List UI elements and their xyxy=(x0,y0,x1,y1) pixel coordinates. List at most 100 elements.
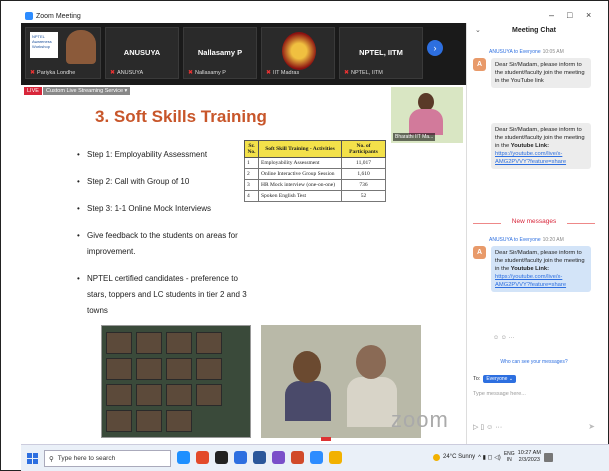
chat-toolbar-icons[interactable]: ▷ ▯ ☺ ··· xyxy=(473,423,502,431)
table-cell: 52 xyxy=(341,190,386,202)
chat-message[interactable]: Dear Sir/Madam, please inform to the stu… xyxy=(491,58,591,88)
table-row: 2 Online Interactive Group Session 1,610 xyxy=(244,168,386,180)
nptel-logo: NPTEL Awareness Workshop xyxy=(30,32,58,58)
video-participant xyxy=(196,358,222,380)
mic-muted-icon: ✖ xyxy=(344,70,350,76)
video-participant xyxy=(166,332,192,354)
table-cell: 1,610 xyxy=(341,168,386,180)
participant-tile[interactable]: ✖ IIT Madras xyxy=(261,27,335,79)
taskbar-app-icon[interactable] xyxy=(310,451,323,464)
screen-frame: Zoom Meeting – □ × NPTEL Awareness Worksho… xyxy=(0,0,609,471)
table-cell: 4 xyxy=(244,190,259,202)
system-tray: 24°C Sunny ^ ▮ ◻ ◁) ENG IN 10:27 AM 2/3/20… xyxy=(433,450,553,464)
participant-center-name: ANUSUYA xyxy=(123,48,161,57)
table-cell: Online Interactive Group Session xyxy=(258,168,342,180)
avatar: A xyxy=(473,246,486,259)
live-badge: LIVE xyxy=(24,87,42,95)
video-participant xyxy=(106,358,132,380)
zoom-logo-icon xyxy=(25,12,33,20)
recipient-dropdown[interactable]: Everyone ⌄ xyxy=(483,375,517,383)
participant-tile[interactable]: NPTEL Awareness Workshop ✖ Pariyka Londhe xyxy=(25,27,101,79)
streaming-service-dropdown[interactable]: Custom Live Streaming Service ▾ xyxy=(43,87,131,95)
slide-bullet-list: Step 1: Employability Assessment Step 2:… xyxy=(77,147,252,330)
participant-name: ✖ Pariyka Londhe xyxy=(30,70,76,76)
participant-tile[interactable]: Nallasamy P ✖ Nallasamy P xyxy=(183,27,257,79)
taskbar-app-icon[interactable] xyxy=(291,451,304,464)
chat-message-input[interactable]: Type message here... xyxy=(473,391,595,419)
minimize-button[interactable]: – xyxy=(549,10,554,20)
taskbar-search-box[interactable]: ⚲ Type here to search xyxy=(44,450,171,467)
participant-name: ✖ IIT Madras xyxy=(266,70,300,76)
video-participant xyxy=(136,332,162,354)
window-titlebar: Zoom Meeting – □ × xyxy=(21,9,601,23)
weather-text[interactable]: 24°C Sunny xyxy=(443,454,475,460)
window-app-title: Zoom Meeting xyxy=(25,12,81,20)
video-participant xyxy=(136,384,162,406)
participants-table: Sr. No. Soft Skill Training - Activities… xyxy=(244,140,386,202)
participant-strip: NPTEL Awareness Workshop ✖ Pariyka Londhe A… xyxy=(21,23,466,85)
taskbar-app-icon[interactable] xyxy=(234,451,247,464)
youtube-link[interactable]: https://youtube.com/live/x-AMG2PVVY?feat… xyxy=(495,151,566,165)
windows-taskbar: ⚲ Type here to search 24°C Sunny ^ ▮ ◻ ◁… xyxy=(21,444,609,471)
iit-madras-logo-icon xyxy=(282,32,316,70)
slide-bullet: Step 2: Call with Group of 10 xyxy=(77,174,252,190)
taskbar-app-icon[interactable] xyxy=(329,451,342,464)
video-participant xyxy=(106,384,132,406)
table-cell: Employability Assessment xyxy=(258,157,342,169)
notification-icon[interactable] xyxy=(543,452,553,462)
youtube-link[interactable]: https://youtube.com/live/x-AMG2PVVY?feat… xyxy=(495,274,566,288)
participant-name: ✖ NPTEL, IITM xyxy=(344,70,383,76)
table-header: No. of Participants xyxy=(341,140,386,158)
video-participant xyxy=(166,410,192,432)
video-participant xyxy=(106,332,132,354)
taskbar-app-icons xyxy=(177,451,342,464)
slide-nav-indicator xyxy=(321,437,331,441)
shared-screen: LIVE Custom Live Streaming Service ▾ 3. … xyxy=(21,85,466,444)
mic-muted-icon: ✖ xyxy=(110,70,116,76)
table-cell: 736 xyxy=(341,179,386,191)
new-messages-divider: New messages xyxy=(473,218,595,228)
video-participant xyxy=(166,384,192,406)
windows-start-icon[interactable] xyxy=(27,453,38,464)
table-cell: HR Mock interview (one-on-one) xyxy=(258,179,342,191)
mic-muted-icon: ✖ xyxy=(266,70,272,76)
send-icon[interactable]: ➤ xyxy=(588,422,595,431)
video-participant xyxy=(347,377,397,427)
maximize-button[interactable]: □ xyxy=(567,10,572,20)
participant-tile[interactable]: ANUSUYA ✖ ANUSUYA xyxy=(105,27,179,79)
chat-message[interactable]: Dear Sir/Madam, please inform to the stu… xyxy=(491,123,591,169)
close-button[interactable]: × xyxy=(586,10,591,20)
taskbar-app-icon[interactable] xyxy=(253,451,266,464)
participant-center-name: NPTEL, IITM xyxy=(359,48,403,57)
taskbar-app-icon[interactable] xyxy=(272,451,285,464)
slide-bullet: Step 3: 1-1 Online Mock Interviews xyxy=(77,201,252,217)
presenter-video[interactable]: Bharathi IIT Ma... xyxy=(391,87,463,143)
taskbar-app-icon[interactable] xyxy=(177,451,190,464)
participant-name: ✖ ANUSUYA xyxy=(110,70,144,76)
chat-message[interactable]: Dear Sir/Madam, please inform to the stu… xyxy=(491,246,591,292)
reaction-icons[interactable]: ☺ ☺ ··· xyxy=(493,335,515,341)
participant-name: ✖ Nallasamy P xyxy=(188,70,226,76)
table-cell: 11,017 xyxy=(341,157,386,169)
video-participant xyxy=(196,384,222,406)
table-cell: Spoken English Test xyxy=(258,190,342,202)
tray-icons[interactable]: ^ ▮ ◻ ◁) xyxy=(478,454,501,461)
video-participant xyxy=(166,358,192,380)
meeting-area: NPTEL Awareness Workshop ✖ Pariyka Londhe A… xyxy=(21,23,466,444)
language-indicator[interactable]: ENG IN xyxy=(504,451,515,463)
table-cell: 3 xyxy=(244,179,259,191)
table-cell: 2 xyxy=(244,168,259,180)
who-can-see-link[interactable]: Who can see your messages? xyxy=(467,359,601,365)
slide-bullet: NPTEL certified candidates - preference … xyxy=(77,271,252,319)
video-participant xyxy=(136,410,162,432)
participant-tile[interactable]: NPTEL, IITM ✖ NPTEL, IITM xyxy=(339,27,423,79)
mic-muted-icon: ✖ xyxy=(188,70,194,76)
taskbar-clock[interactable]: 10:27 AM 2/3/2023 xyxy=(518,450,541,464)
taskbar-app-icon[interactable] xyxy=(196,451,209,464)
taskbar-app-icon[interactable] xyxy=(215,451,228,464)
next-participants-button[interactable]: › xyxy=(427,40,443,56)
table-row: 4 Spoken English Test 52 xyxy=(244,190,386,202)
table-cell: 1 xyxy=(244,157,259,169)
table-row: 3 HR Mock interview (one-on-one) 736 xyxy=(244,179,386,191)
slide-title: 3. Soft Skills Training xyxy=(95,107,267,126)
